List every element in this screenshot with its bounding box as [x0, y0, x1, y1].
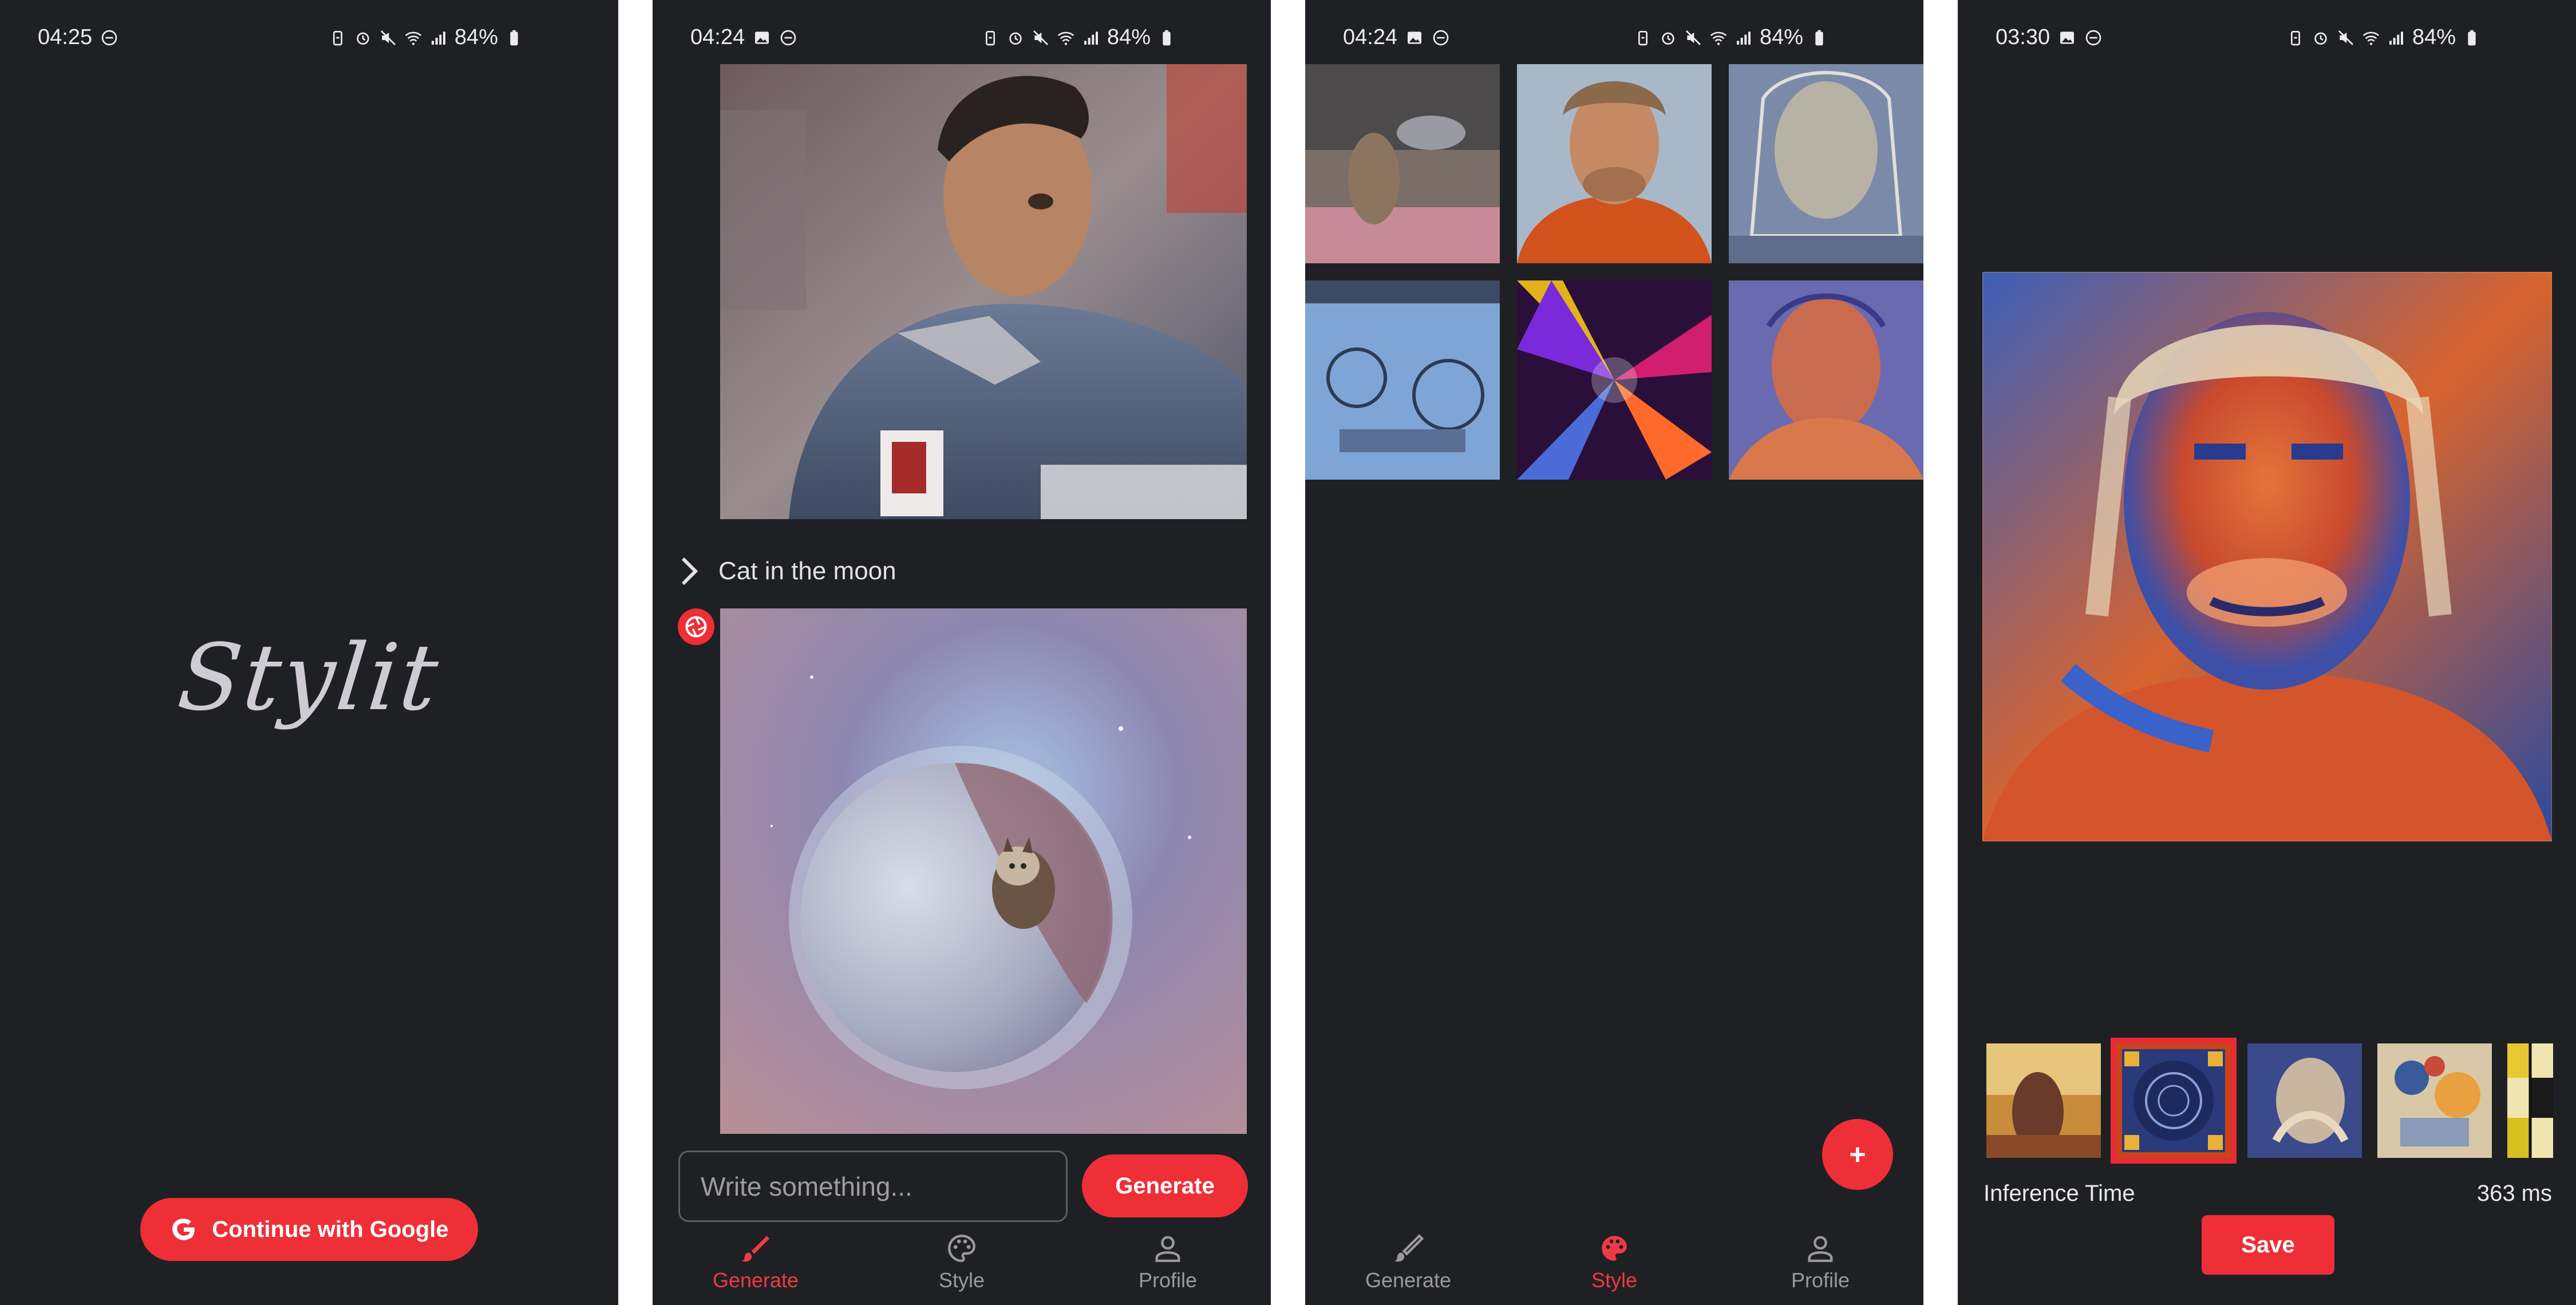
nav-generate[interactable]: Generate: [1305, 1213, 1511, 1305]
status-time: 03:30: [1996, 25, 2050, 49]
prompt-text: Cat in the moon: [718, 557, 896, 585]
google-icon: [172, 1219, 195, 1240]
gallery-image-machines[interactable]: [1305, 280, 1500, 480]
dnd-icon: [1432, 29, 1450, 47]
alarm-icon: [1006, 29, 1025, 47]
nav-style-label: Style: [938, 1268, 985, 1292]
signal-icon: [2387, 29, 2405, 47]
brush-icon: [741, 1236, 770, 1262]
battery-icon: [1810, 29, 1828, 47]
person-icon: [1808, 1236, 1833, 1262]
inference-time-label: Inference Time: [1984, 1181, 2135, 1206]
nav-profile[interactable]: Profile: [1717, 1213, 1923, 1305]
status-bar: 04:24 84%: [653, 0, 1271, 74]
alarm-icon: [2312, 29, 2330, 47]
nav-profile[interactable]: Profile: [1065, 1213, 1271, 1305]
nav-style-label: Style: [1591, 1268, 1638, 1292]
app-logo: Stylit: [173, 624, 445, 731]
mute-icon: [1032, 29, 1050, 47]
palette-icon: [948, 1235, 975, 1262]
wifi-icon: [1709, 29, 1728, 47]
wifi-icon: [2362, 29, 2380, 47]
battery-saver-icon: [981, 29, 999, 47]
styled-result-image: [1982, 272, 2552, 841]
generate-button[interactable]: Generate: [1082, 1154, 1248, 1217]
image-icon: [2058, 29, 2076, 47]
status-time: 04:24: [1343, 25, 1398, 49]
gallery-image-colorful-text[interactable]: [1517, 280, 1712, 480]
nav-style[interactable]: Style: [859, 1213, 1065, 1305]
gallery-image-sketch[interactable]: [1729, 64, 1923, 263]
style-thumb-2-selected[interactable]: [2111, 1038, 2237, 1164]
signal-icon: [1082, 29, 1100, 47]
style-gallery-screen: 04:24 84% + Generate Style Profile: [1305, 0, 1923, 1305]
status-bar: 04:24 84%: [1305, 0, 1923, 74]
battery-percent: 84%: [1107, 25, 1151, 49]
brush-icon: [1394, 1234, 1424, 1262]
prompt-row[interactable]: Cat in the moon: [678, 555, 896, 587]
battery-saver-icon: [1634, 29, 1652, 47]
dnd-icon: [779, 29, 797, 47]
prompt-input[interactable]: Write something...: [678, 1150, 1068, 1222]
bottom-nav: Generate Style Profile: [1305, 1213, 1923, 1305]
alarm-icon: [1659, 29, 1677, 47]
add-button[interactable]: +: [1822, 1119, 1893, 1190]
palette-icon: [1602, 1236, 1627, 1261]
splash-screen: 04:25 84% Stylit Continue with Google: [0, 0, 618, 1305]
wifi-icon: [1057, 29, 1075, 47]
dnd-icon: [2084, 29, 2103, 47]
status-bar: 04:25 84%: [0, 0, 618, 74]
style-thumb-3[interactable]: [2247, 1043, 2362, 1158]
continue-with-google-button[interactable]: Continue with Google: [140, 1198, 478, 1261]
bottom-nav: Generate Style Profile: [653, 1213, 1271, 1305]
battery-percent: 84%: [1759, 25, 1803, 49]
shutter-icon: [678, 608, 714, 645]
status-bar: 03:30 84%: [1958, 0, 2576, 74]
battery-saver-icon: [2286, 29, 2305, 47]
generate-screen: 04:24 84% Cat in the moon Write somethin…: [653, 0, 1271, 1305]
generated-image-cat-moon[interactable]: [720, 608, 1247, 1134]
battery-icon: [505, 29, 523, 47]
style-thumb-1[interactable]: [1986, 1043, 2101, 1158]
battery-icon: [1157, 29, 1176, 47]
mute-icon: [1684, 29, 1702, 47]
person-icon: [1155, 1236, 1180, 1262]
gallery-image-colored-sketch[interactable]: [1729, 280, 1923, 480]
dnd-icon: [100, 29, 118, 47]
alarm-icon: [354, 29, 372, 47]
google-button-label: Continue with Google: [212, 1216, 449, 1242]
nav-generate[interactable]: Generate: [653, 1213, 859, 1305]
plus-icon: +: [1849, 1138, 1866, 1170]
image-icon: [1405, 29, 1424, 47]
inference-time-value: 363 ms: [2476, 1181, 2552, 1206]
nav-generate-label: Generate: [1365, 1268, 1452, 1292]
chevron-right-icon: [681, 557, 698, 586]
image-icon: [753, 29, 771, 47]
battery-percent: 84%: [2412, 25, 2456, 49]
battery-icon: [2463, 29, 2481, 47]
generated-image-footballer[interactable]: [720, 64, 1247, 519]
status-time: 04:25: [38, 25, 93, 49]
save-button[interactable]: Save: [2202, 1215, 2334, 1275]
style-result-screen: 03:30 84% Inference Time 363 ms Save: [1958, 0, 2576, 1305]
wifi-icon: [404, 29, 422, 47]
mute-icon: [379, 29, 397, 47]
nav-profile-label: Profile: [1791, 1268, 1850, 1292]
mute-icon: [2337, 29, 2355, 47]
signal-icon: [1735, 29, 1753, 47]
style-thumb-4[interactable]: [2377, 1043, 2492, 1158]
battery-saver-icon: [329, 29, 347, 47]
gallery-image-portrait-orange[interactable]: [1517, 64, 1712, 263]
battery-percent: 84%: [454, 25, 498, 49]
nav-profile-label: Profile: [1138, 1268, 1198, 1292]
signal-icon: [429, 29, 448, 47]
nav-style[interactable]: Style: [1511, 1213, 1717, 1305]
nav-generate-label: Generate: [712, 1268, 799, 1292]
status-time: 04:24: [690, 25, 745, 49]
style-thumb-5[interactable]: [2507, 1043, 2553, 1158]
gallery-image-crowd[interactable]: [1305, 64, 1500, 263]
